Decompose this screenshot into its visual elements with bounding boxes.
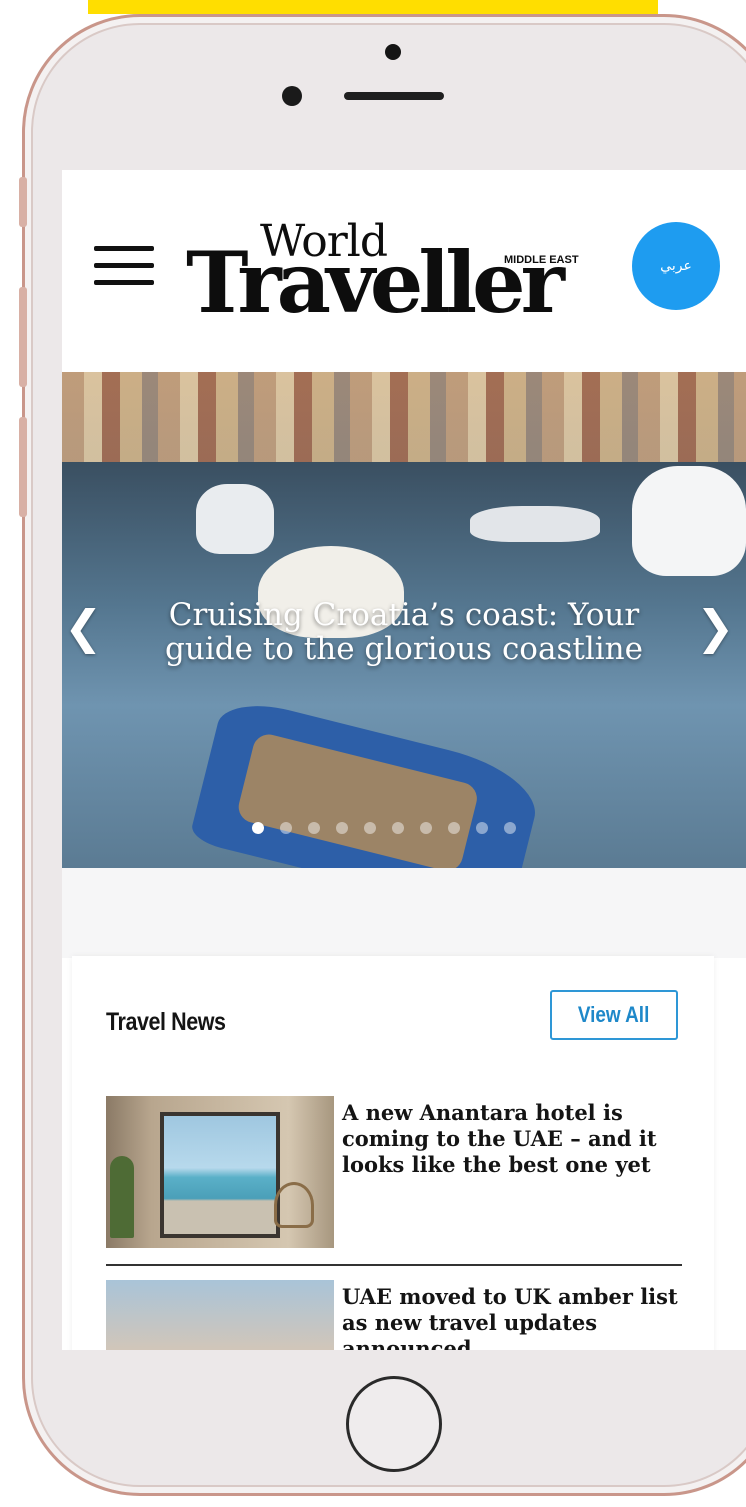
chevron-left-icon[interactable]: ❮: [64, 604, 103, 650]
earpiece-speaker: [344, 92, 444, 100]
news-headline[interactable]: UAE moved to UK amber list as new travel…: [342, 1284, 682, 1350]
travel-news-section: Travel News View All A new Anantara hote…: [72, 956, 714, 1350]
news-thumbnail[interactable]: [106, 1280, 334, 1350]
slider-dot[interactable]: [420, 822, 432, 834]
site-header: World Traveller MIDDLE EAST عربي: [62, 170, 746, 370]
news-headline[interactable]: A new Anantara hotel is coming to the UA…: [342, 1100, 682, 1178]
chevron-right-icon[interactable]: ❯: [696, 604, 735, 650]
section-title: Travel News: [106, 1008, 226, 1036]
slider-dot[interactable]: [252, 822, 264, 834]
arabic-language-button[interactable]: عربي: [632, 222, 720, 310]
news-list-item[interactable]: A new Anantara hotel is coming to the UA…: [106, 1096, 682, 1256]
hero-boat: [196, 484, 274, 554]
top-banner-strip: [88, 0, 658, 14]
slider-dot[interactable]: [504, 822, 516, 834]
hero-boat: [470, 506, 600, 542]
hero-boat: [632, 466, 746, 576]
front-camera: [282, 86, 302, 106]
news-list-item[interactable]: UAE moved to UK amber list as new travel…: [106, 1280, 682, 1350]
proximity-sensor: [385, 44, 401, 60]
slider-dot[interactable]: [392, 822, 404, 834]
slider-dot[interactable]: [280, 822, 292, 834]
view-all-label: View All: [578, 1002, 650, 1027]
hero-slider[interactable]: Cruising Croatia’s coast: Your guide to …: [62, 372, 746, 868]
logo-traveller-text: Traveller: [186, 233, 565, 332]
volume-down-button: [19, 417, 27, 517]
menu-icon[interactable]: [94, 246, 154, 290]
hero-title[interactable]: Cruising Croatia’s coast: Your guide to …: [122, 598, 686, 666]
phone-screen: World Traveller MIDDLE EAST عربي Cruisin…: [62, 170, 746, 1350]
slider-dot[interactable]: [308, 822, 320, 834]
news-thumbnail[interactable]: [106, 1096, 334, 1248]
section-spacer: [62, 868, 746, 958]
slider-dot[interactable]: [364, 822, 376, 834]
mute-switch: [19, 177, 27, 227]
home-button-icon[interactable]: [346, 1376, 442, 1472]
hero-town-backdrop: [62, 372, 746, 462]
news-divider: [106, 1264, 682, 1266]
volume-up-button: [19, 287, 27, 387]
slider-dot[interactable]: [448, 822, 460, 834]
slider-pagination: [252, 822, 516, 836]
logo-region-text: MIDDLE EAST: [504, 254, 579, 266]
site-logo[interactable]: World Traveller MIDDLE EAST: [186, 218, 606, 328]
slider-dot[interactable]: [476, 822, 488, 834]
slider-dot[interactable]: [336, 822, 348, 834]
view-all-button[interactable]: View All: [550, 990, 678, 1040]
